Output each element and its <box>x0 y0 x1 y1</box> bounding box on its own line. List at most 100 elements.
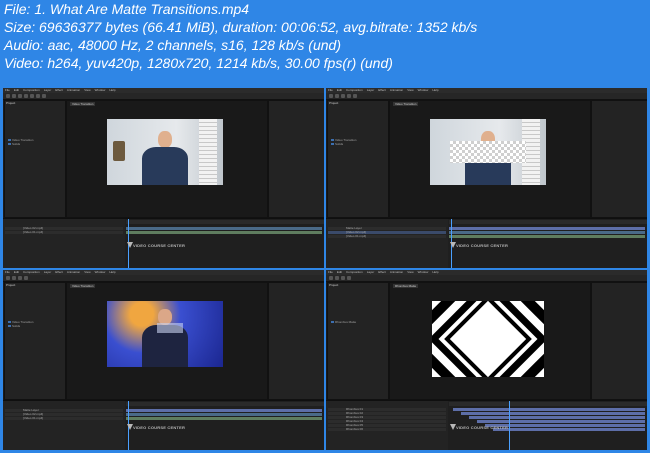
layer-list: Matte Layer [Video 02.mp4] [Video 01.mp4… <box>326 219 448 268</box>
rotate-tool-icon[interactable] <box>24 276 28 280</box>
watermark: VIDEO COURSE CENTER <box>133 425 186 430</box>
layer-bar[interactable] <box>469 416 645 419</box>
toolbar <box>3 275 324 282</box>
composition-panel: Rhombus Matte <box>389 282 591 400</box>
project-item[interactable]: Solids <box>8 143 20 146</box>
thumbnail-2: File Edit Composition Layer Effect Anima… <box>326 88 647 268</box>
hand-tool-icon[interactable] <box>12 276 16 280</box>
composition-viewer[interactable] <box>107 301 223 367</box>
watermark: VIDEO COURSE CENTER <box>456 425 509 430</box>
file-size-line: Size: 69636377 bytes (66.41 MiB), durati… <box>4 19 478 35</box>
project-panel: Project Video Transition Solids <box>4 282 66 400</box>
info-panel <box>268 282 324 400</box>
matte-reveal <box>157 323 183 333</box>
hand-tool-icon[interactable] <box>12 94 16 98</box>
time-ruler[interactable] <box>126 220 324 224</box>
composition-panel: Video Transition <box>66 282 268 400</box>
project-tab[interactable]: Project <box>6 283 15 287</box>
audio-info-line: Audio: aac, 48000 Hz, 2 channels, s16, 1… <box>4 37 341 53</box>
selection-tool-icon[interactable] <box>329 276 333 280</box>
composition-viewer[interactable] <box>107 119 223 185</box>
thumbnail-grid: File Edit Composition Layer Effect Anima… <box>3 88 647 450</box>
zoom-tool-icon[interactable] <box>341 94 345 98</box>
camera-tool-icon[interactable] <box>30 94 34 98</box>
composition-tab[interactable]: Video Transition <box>70 102 96 106</box>
selection-tool-icon[interactable] <box>6 94 10 98</box>
layer-bar[interactable] <box>461 412 645 415</box>
timeline-panel: Matte Layer [Video 02.mp4] [Video 01.mp4… <box>326 218 647 268</box>
project-tab[interactable]: Project <box>329 101 338 105</box>
layer-row[interactable]: [Video 01.mp4] <box>5 231 123 234</box>
composition-tab[interactable]: Video Transition <box>393 102 419 106</box>
composition-tab[interactable]: Rhombus Matte <box>393 284 419 288</box>
info-panel <box>591 282 647 400</box>
playhead[interactable] <box>509 401 510 450</box>
layer-bar[interactable] <box>126 231 322 234</box>
time-ruler[interactable] <box>449 402 647 406</box>
layer-row[interactable]: [Video 01.mp4] <box>328 235 446 238</box>
layer-bar[interactable] <box>126 417 322 420</box>
layer-row[interactable]: Rhombus 06 <box>328 428 446 431</box>
composition-panel: Video Transition <box>389 100 591 218</box>
layer-bar[interactable] <box>449 231 645 234</box>
file-info: File: 1. What Are Matte Transitions.mp4 … <box>4 0 644 72</box>
video-info-line: Video: h264, yuv420p, 1280x720, 1214 kb/… <box>4 55 393 71</box>
presenter-head <box>158 131 172 148</box>
transparent-matte <box>450 141 526 163</box>
layer-bar[interactable] <box>477 420 645 423</box>
layer-row[interactable]: [Video 01.mp4] <box>5 417 123 420</box>
rotate-tool-icon[interactable] <box>24 94 28 98</box>
project-panel: Project Video Transition Solids <box>4 100 66 218</box>
thumbnail-1: File Edit Composition Layer Effect Anima… <box>3 88 324 268</box>
hand-tool-icon[interactable] <box>335 276 339 280</box>
zoom-tool-icon[interactable] <box>18 94 22 98</box>
layer-bar[interactable] <box>449 235 645 238</box>
layer-list: Rhombus 01 Rhombus 02 Rhombus 03 Rhombus… <box>326 401 448 450</box>
layer-list: Matte Layer [Video 02.mp4] [Video 01.mp4… <box>3 401 125 450</box>
time-ruler[interactable] <box>449 220 647 224</box>
toolbar <box>326 275 647 282</box>
layer-bar[interactable] <box>126 413 322 416</box>
composition-panel: Video Transition <box>66 100 268 218</box>
composition-viewer[interactable] <box>432 301 544 377</box>
layer-bar[interactable] <box>493 428 645 431</box>
rotate-tool-icon[interactable] <box>347 94 351 98</box>
rectangle-tool-icon[interactable] <box>353 94 357 98</box>
hand-tool-icon[interactable] <box>335 94 339 98</box>
text-tool-icon[interactable] <box>42 94 46 98</box>
layer-bar[interactable] <box>126 409 322 412</box>
zoom-tool-icon[interactable] <box>341 276 345 280</box>
layer-bar[interactable] <box>453 408 645 411</box>
layer-list: [Video 02.mp4] [Video 01.mp4] <box>3 219 125 268</box>
thumbnail-4: File Edit Composition Layer Effect Anima… <box>326 270 647 450</box>
timeline-panel: Rhombus 01 Rhombus 02 Rhombus 03 Rhombus… <box>326 400 647 450</box>
zoom-tool-icon[interactable] <box>18 276 22 280</box>
presenter-body <box>141 147 189 185</box>
wall-photo <box>113 141 125 161</box>
layer-bar[interactable] <box>449 227 645 230</box>
timeline-panel: [Video 02.mp4] [Video 01.mp4] VIDEO COUR… <box>3 218 324 268</box>
toolbar <box>3 93 324 100</box>
layer-bar[interactable] <box>126 227 322 230</box>
timeline-panel: Matte Layer [Video 02.mp4] [Video 01.mp4… <box>3 400 324 450</box>
project-tab[interactable]: Project <box>6 101 15 105</box>
pen-tool-icon[interactable] <box>36 94 40 98</box>
composition-tab[interactable]: Video Transition <box>70 284 96 288</box>
info-panel <box>591 100 647 218</box>
project-panel: Project Rhombus Matte <box>327 282 389 400</box>
project-tab[interactable]: Project <box>329 283 338 287</box>
rectangle-tool-icon[interactable] <box>347 276 351 280</box>
window-blinds <box>199 119 217 185</box>
toolbar <box>326 93 647 100</box>
watermark: VIDEO COURSE CENTER <box>456 243 509 248</box>
time-ruler[interactable] <box>126 402 324 406</box>
selection-tool-icon[interactable] <box>329 94 333 98</box>
project-item[interactable]: Solids <box>331 143 343 146</box>
project-item[interactable]: Solids <box>8 325 20 328</box>
project-item[interactable]: Rhombus Matte <box>331 321 356 324</box>
composition-viewer[interactable] <box>430 119 546 185</box>
project-panel: Project Video Transition Solids <box>327 100 389 218</box>
watermark: VIDEO COURSE CENTER <box>133 243 186 248</box>
thumbnail-3: File Edit Composition Layer Effect Anima… <box>3 270 324 450</box>
selection-tool-icon[interactable] <box>6 276 10 280</box>
